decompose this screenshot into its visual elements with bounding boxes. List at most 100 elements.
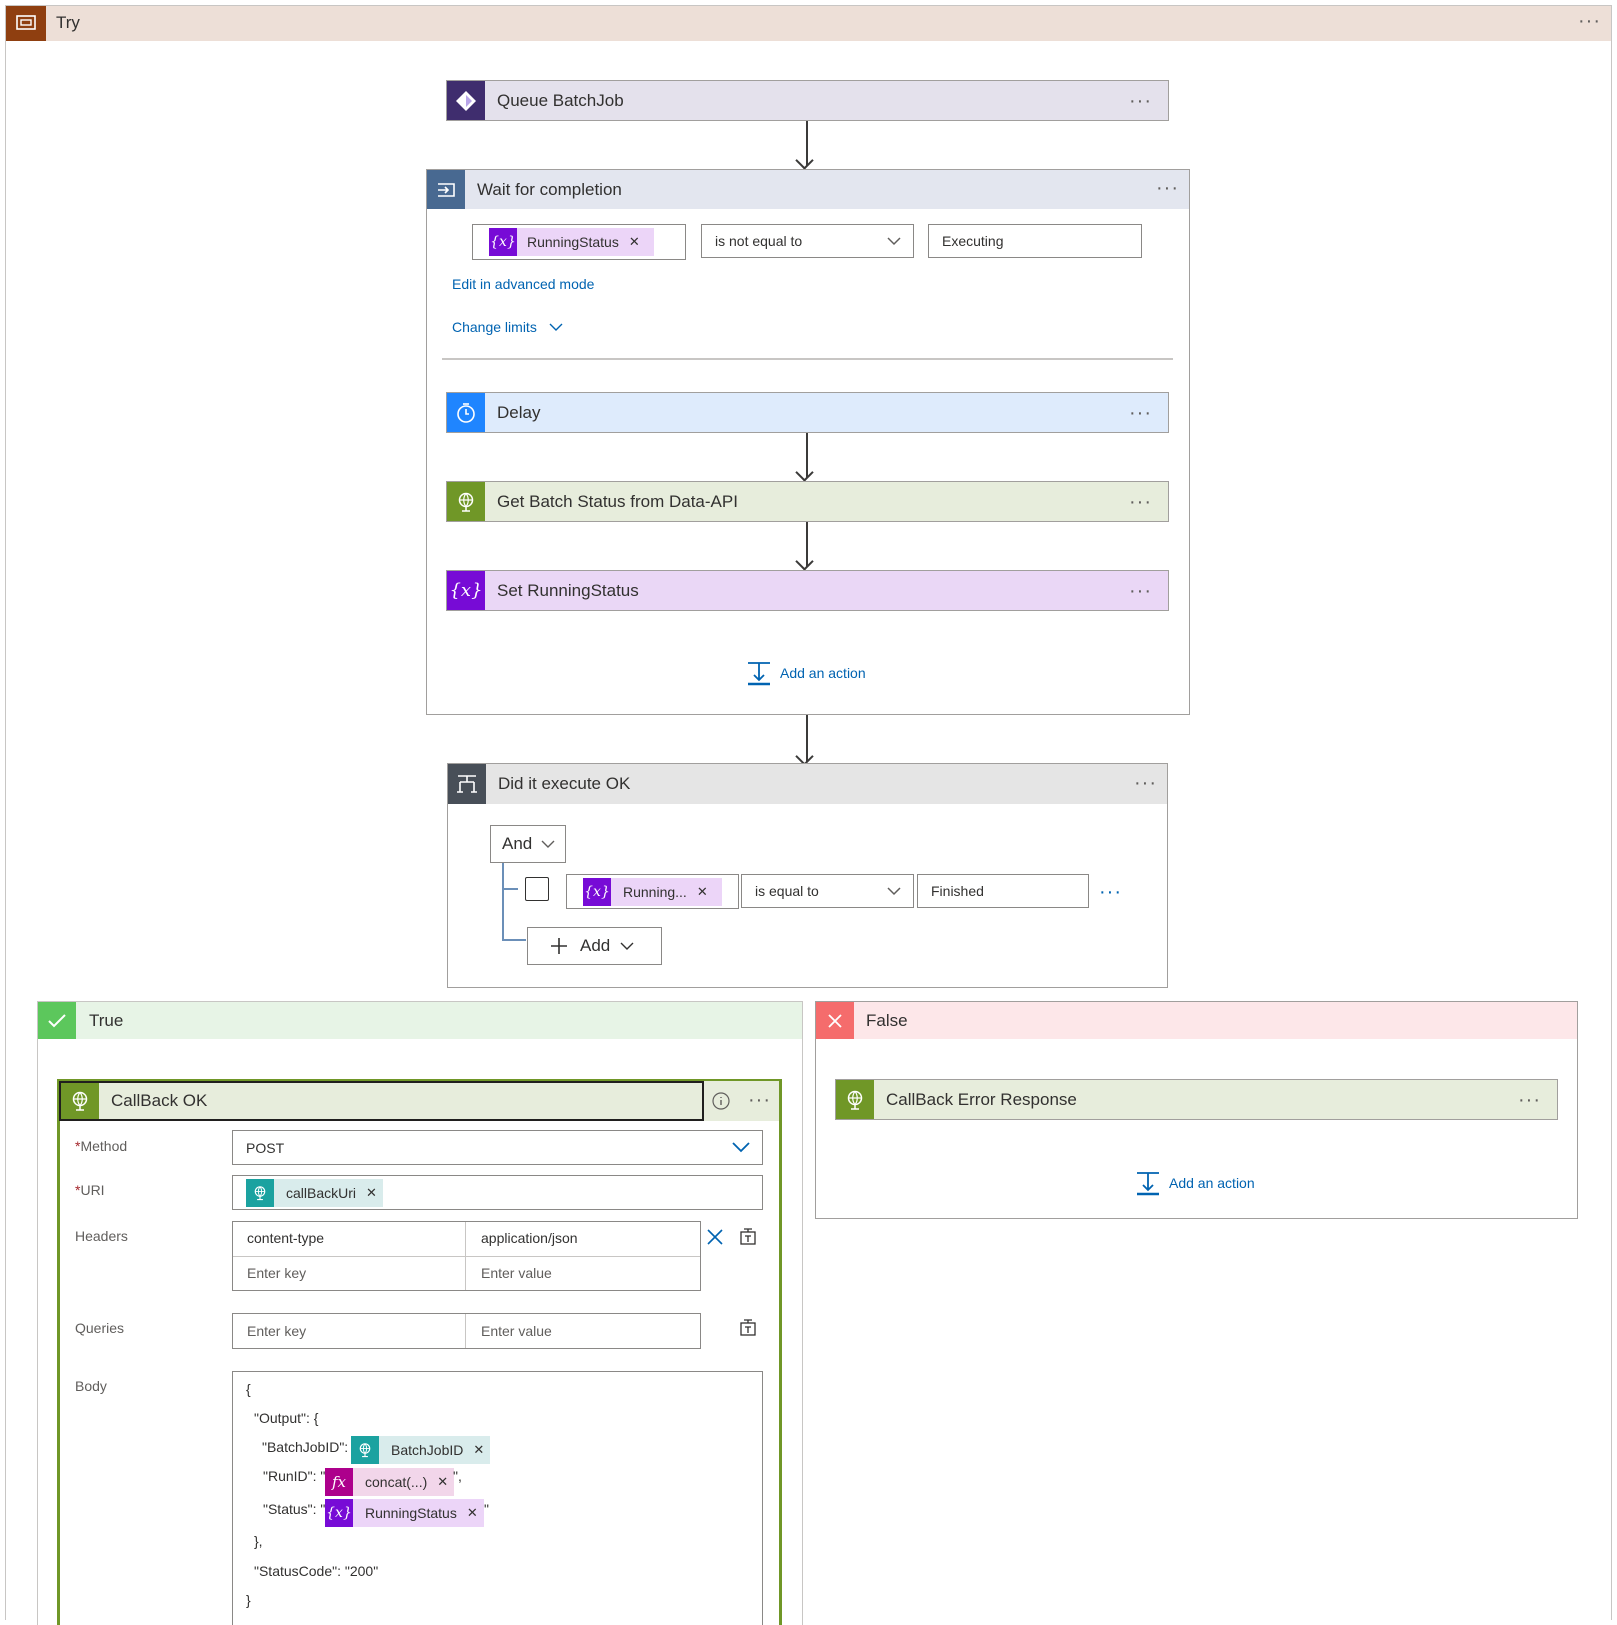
switch-to-text-icon[interactable] bbox=[738, 1317, 758, 1337]
add-action-label: Add an action bbox=[1169, 1175, 1255, 1191]
queries-table: Enter key Enter value bbox=[232, 1313, 701, 1349]
running-status-token[interactable]: {x} RunningStatus ✕ bbox=[489, 228, 654, 256]
loop-operator-select[interactable]: is not equal to bbox=[701, 224, 914, 258]
method-select[interactable]: POST bbox=[232, 1130, 763, 1165]
wait-loop-menu-icon[interactable]: ··· bbox=[1156, 178, 1179, 198]
headers-label: Headers bbox=[75, 1228, 128, 1244]
running-token[interactable]: {x} Running... ✕ bbox=[583, 877, 722, 906]
add-action-icon bbox=[748, 662, 770, 686]
loop-value-input[interactable]: Executing bbox=[928, 224, 1142, 258]
callback-ok-menu-icon[interactable]: ··· bbox=[748, 1090, 771, 1110]
query-value-input[interactable]: Enter value bbox=[481, 1323, 552, 1339]
uri-input[interactable]: callBackUri ✕ bbox=[232, 1175, 763, 1210]
add-action-icon bbox=[1137, 1172, 1159, 1196]
batchjobid-token[interactable]: BatchJobID ✕ bbox=[351, 1436, 491, 1464]
switch-to-text-icon[interactable] bbox=[738, 1226, 758, 1246]
loop-icon bbox=[427, 170, 465, 209]
concat-token[interactable]: fx concat(...) ✕ bbox=[325, 1468, 455, 1496]
method-label: *Method bbox=[75, 1138, 128, 1154]
token-remove-icon[interactable]: ✕ bbox=[366, 1185, 377, 1201]
delay-menu-icon[interactable]: ··· bbox=[1129, 403, 1152, 423]
false-branch-header[interactable]: False bbox=[816, 1002, 1577, 1039]
change-limits-label: Change limits bbox=[452, 319, 537, 335]
condition-operator-select[interactable]: is equal to bbox=[741, 874, 914, 908]
chevron-down-icon bbox=[541, 840, 555, 848]
flow-arrow bbox=[806, 522, 808, 567]
token-remove-icon[interactable]: ✕ bbox=[467, 1505, 478, 1521]
operator-label: is not equal to bbox=[715, 233, 803, 249]
get-batch-status-card[interactable]: Get Batch Status from Data-API ··· bbox=[446, 481, 1169, 522]
queue-batchjob-card[interactable]: Queue BatchJob ··· bbox=[446, 80, 1169, 121]
chevron-down-icon bbox=[620, 942, 634, 950]
token-remove-icon[interactable]: ✕ bbox=[437, 1474, 448, 1490]
condition-title: Did it execute OK bbox=[498, 774, 631, 793]
batch-diamond-icon bbox=[447, 81, 485, 120]
loop-value-text: Executing bbox=[942, 233, 1004, 249]
scope-title: Try bbox=[56, 13, 80, 32]
false-add-action-button[interactable]: Add an action bbox=[1135, 1170, 1255, 1196]
operator-label: is equal to bbox=[755, 883, 819, 899]
header-key-cell[interactable]: content-type bbox=[247, 1230, 324, 1246]
token-remove-icon[interactable]: ✕ bbox=[697, 884, 708, 900]
body-status-key: "Status": " bbox=[263, 1501, 326, 1517]
row-menu-icon[interactable]: ··· bbox=[1099, 882, 1122, 902]
tree-line bbox=[502, 888, 518, 890]
callback-error-menu-icon[interactable]: ··· bbox=[1518, 1090, 1541, 1110]
info-icon[interactable] bbox=[712, 1092, 730, 1110]
body-run-after: ", bbox=[453, 1468, 462, 1484]
true-branch-header[interactable]: True bbox=[38, 1002, 802, 1039]
tree-line bbox=[502, 863, 504, 940]
condition-header[interactable]: Did it execute OK ··· bbox=[448, 764, 1167, 804]
globe-icon bbox=[246, 1178, 274, 1207]
token-label: Running... bbox=[623, 883, 687, 900]
condition-menu-icon[interactable]: ··· bbox=[1134, 773, 1157, 793]
variable-icon: {x} bbox=[447, 571, 485, 610]
queue-batchjob-menu-icon[interactable]: ··· bbox=[1129, 91, 1152, 111]
callbackuri-token[interactable]: callBackUri ✕ bbox=[246, 1178, 383, 1207]
running-status-body-token[interactable]: {x} RunningStatus ✕ bbox=[325, 1499, 484, 1527]
wait-loop-header[interactable]: Wait for completion ··· bbox=[427, 170, 1189, 209]
chevron-down-icon bbox=[887, 237, 901, 246]
callback-ok-header[interactable]: CallBack OK bbox=[59, 1081, 704, 1121]
header-key-input[interactable]: Enter key bbox=[247, 1265, 306, 1281]
flow-arrow bbox=[806, 715, 808, 762]
edit-advanced-mode-link[interactable]: Edit in advanced mode bbox=[452, 276, 594, 292]
and-group-select[interactable]: And bbox=[490, 825, 566, 863]
body-status-code: "StatusCode": "200" bbox=[254, 1563, 379, 1579]
check-icon bbox=[38, 1002, 76, 1039]
method-value: POST bbox=[246, 1139, 285, 1156]
body-batch-key: "BatchJobID": bbox=[262, 1439, 349, 1455]
loop-add-action-button[interactable]: Add an action bbox=[746, 660, 866, 686]
callback-error-card[interactable]: CallBack Error Response ··· bbox=[835, 1079, 1558, 1120]
flow-arrow bbox=[806, 121, 808, 166]
token-remove-icon[interactable]: ✕ bbox=[629, 234, 640, 250]
loop-condition-left-field[interactable]: {x} RunningStatus ✕ bbox=[472, 224, 686, 260]
delete-icon[interactable] bbox=[706, 1228, 724, 1246]
queries-label: Queries bbox=[75, 1320, 125, 1336]
add-action-label: Add an action bbox=[780, 665, 866, 681]
add-condition-button[interactable]: Add bbox=[527, 927, 662, 965]
condition-value-input[interactable]: Finished bbox=[917, 874, 1089, 908]
set-running-status-title: Set RunningStatus bbox=[497, 580, 639, 600]
condition-left-field[interactable]: {x} Running... ✕ bbox=[566, 874, 739, 909]
row-divider bbox=[233, 1256, 700, 1257]
row-checkbox[interactable] bbox=[525, 877, 549, 901]
query-key-input[interactable]: Enter key bbox=[247, 1323, 306, 1339]
flow-arrow bbox=[806, 433, 808, 478]
delay-card[interactable]: Delay ··· bbox=[446, 392, 1169, 433]
get-batch-status-menu-icon[interactable]: ··· bbox=[1129, 492, 1152, 512]
get-batch-status-title: Get Batch Status from Data-API bbox=[497, 491, 738, 511]
cross-icon bbox=[816, 1002, 854, 1039]
token-remove-icon[interactable]: ✕ bbox=[473, 1442, 484, 1458]
change-limits-link[interactable]: Change limits bbox=[452, 319, 563, 335]
header-value-input[interactable]: Enter value bbox=[481, 1265, 552, 1281]
header-value-cell[interactable]: application/json bbox=[481, 1230, 578, 1246]
set-running-status-card[interactable]: {x} Set RunningStatus ··· bbox=[446, 570, 1169, 611]
set-running-status-menu-icon[interactable]: ··· bbox=[1129, 581, 1152, 601]
scope-menu-icon[interactable]: ··· bbox=[1578, 11, 1601, 31]
col-divider bbox=[465, 1314, 466, 1348]
function-icon: fx bbox=[325, 1468, 353, 1496]
body-output-close: }, bbox=[254, 1533, 263, 1549]
try-scope-header[interactable]: Try ··· bbox=[6, 6, 1611, 41]
token-label: BatchJobID bbox=[391, 1442, 464, 1458]
